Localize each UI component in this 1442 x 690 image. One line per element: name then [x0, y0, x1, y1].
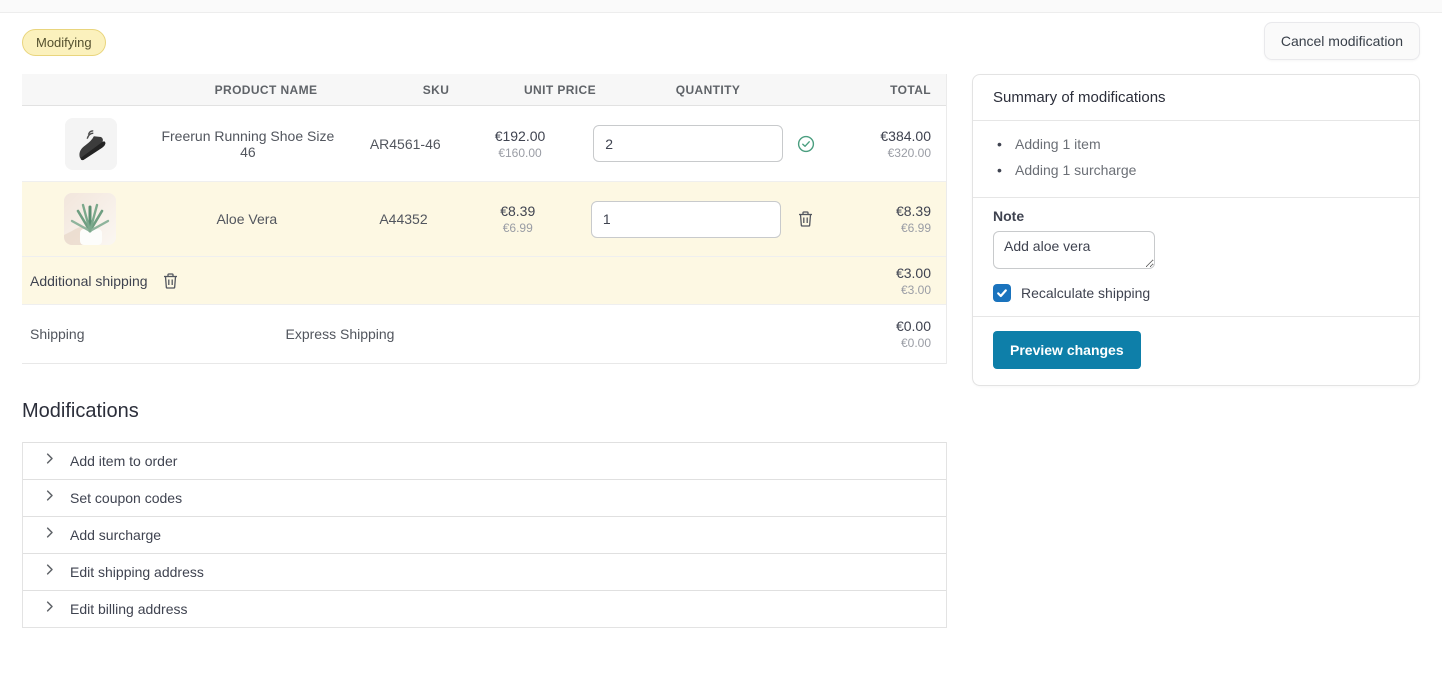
modifications-accordion: Add item to order Set coupon codes Add s…	[22, 442, 947, 628]
table-header-row: PRODUCT NAME SKU UNIT PRICE QUANTITY TOT…	[22, 74, 946, 106]
status-badge: Modifying	[22, 29, 106, 56]
summary-footer: Preview changes	[973, 317, 1419, 385]
surcharge-total-net: €3.00	[806, 283, 931, 297]
chevron-right-icon	[42, 562, 57, 582]
column-header-unit-price: UNIT PRICE	[510, 83, 610, 97]
top-navigation-bar	[0, 0, 1442, 13]
table-row-product-aloe: Aloe Vera A44352 €8.39 €6.99	[22, 182, 946, 257]
chevron-right-icon	[42, 525, 57, 545]
accordion-item-label: Edit shipping address	[70, 564, 204, 580]
table-row-surcharge: Additional shipping €3.00 €3.00	[22, 257, 946, 305]
chevron-right-icon	[42, 451, 57, 471]
product-name: Freerun Running Shoe Size 46	[159, 128, 337, 160]
order-modification-page: Modifying Cancel modification PRODUCT NA…	[0, 13, 1442, 628]
recalculate-shipping-label: Recalculate shipping	[1021, 285, 1150, 301]
column-header-total: TOTAL	[806, 83, 946, 97]
recalculate-shipping-checkbox-row[interactable]: Recalculate shipping	[993, 284, 1399, 302]
table-row-product-shoe: Freerun Running Shoe Size 46 AR4561-46 €…	[22, 106, 946, 182]
shipping-total-net: €0.00	[806, 336, 931, 350]
line-total-net: €320.00	[815, 146, 931, 160]
summary-title: Summary of modifications	[973, 75, 1419, 121]
line-total-gross: €8.39	[816, 203, 931, 219]
accordion-item-label: Add surcharge	[70, 527, 161, 543]
product-image-aloe-vera	[64, 193, 116, 245]
quantity-input[interactable]	[593, 125, 783, 162]
accordion-add-surcharge[interactable]: Add surcharge	[23, 516, 946, 553]
line-total-net: €6.99	[816, 221, 931, 235]
note-label: Note	[993, 208, 1399, 224]
summary-bullet-item: Adding 1 surcharge	[993, 157, 1399, 183]
shipping-label: Shipping	[22, 326, 170, 342]
table-row-shipping: Shipping Express Shipping €0.00 €0.00	[22, 305, 946, 364]
delete-item-trash-icon[interactable]	[795, 208, 816, 230]
note-textarea[interactable]: Add aloe vera	[993, 231, 1155, 269]
accordion-item-label: Add item to order	[70, 453, 177, 469]
order-items-table: PRODUCT NAME SKU UNIT PRICE QUANTITY TOT…	[22, 74, 947, 364]
preview-changes-button[interactable]: Preview changes	[993, 331, 1141, 369]
shipping-method: Express Shipping	[170, 326, 510, 342]
surcharge-label: Additional shipping	[30, 273, 148, 289]
unit-price-net: €160.00	[474, 146, 567, 160]
accordion-add-item-to-order[interactable]: Add item to order	[23, 442, 946, 479]
column-header-quantity: QUANTITY	[610, 83, 806, 97]
column-header-product-name: PRODUCT NAME	[170, 83, 362, 97]
check-circle-icon	[797, 135, 815, 153]
summary-bullet-item: Adding 1 item	[993, 131, 1399, 157]
chevron-right-icon	[42, 599, 57, 619]
quantity-input[interactable]	[591, 201, 781, 238]
summary-bullet-list: Adding 1 item Adding 1 surcharge	[973, 121, 1419, 198]
column-header-sku: SKU	[362, 83, 510, 97]
delete-surcharge-trash-icon[interactable]	[160, 270, 181, 292]
accordion-item-label: Edit billing address	[70, 601, 188, 617]
note-section: Note Add aloe vera Recalculate shipping	[973, 198, 1419, 317]
checkbox-checked-icon[interactable]	[993, 284, 1011, 302]
unit-price-gross: €8.39	[472, 203, 564, 219]
order-items-section: PRODUCT NAME SKU UNIT PRICE QUANTITY TOT…	[22, 74, 947, 628]
summary-of-modifications-card: Summary of modifications Adding 1 item A…	[972, 74, 1420, 386]
unit-price-gross: €192.00	[474, 128, 567, 144]
unit-price-net: €6.99	[472, 221, 564, 235]
modifications-heading: Modifications	[22, 400, 947, 423]
product-image-running-shoe	[65, 118, 117, 170]
accordion-edit-billing-address[interactable]: Edit billing address	[23, 590, 946, 627]
line-total-gross: €384.00	[815, 128, 931, 144]
accordion-set-coupon-codes[interactable]: Set coupon codes	[23, 479, 946, 516]
cancel-modification-button[interactable]: Cancel modification	[1264, 22, 1420, 60]
product-sku: AR4561-46	[337, 136, 474, 152]
product-sku: A44352	[335, 211, 471, 227]
surcharge-total-gross: €3.00	[806, 265, 931, 281]
chevron-right-icon	[42, 488, 57, 508]
shipping-total-gross: €0.00	[806, 318, 931, 334]
accordion-edit-shipping-address[interactable]: Edit shipping address	[23, 553, 946, 590]
accordion-item-label: Set coupon codes	[70, 490, 182, 506]
product-name: Aloe Vera	[158, 211, 335, 227]
